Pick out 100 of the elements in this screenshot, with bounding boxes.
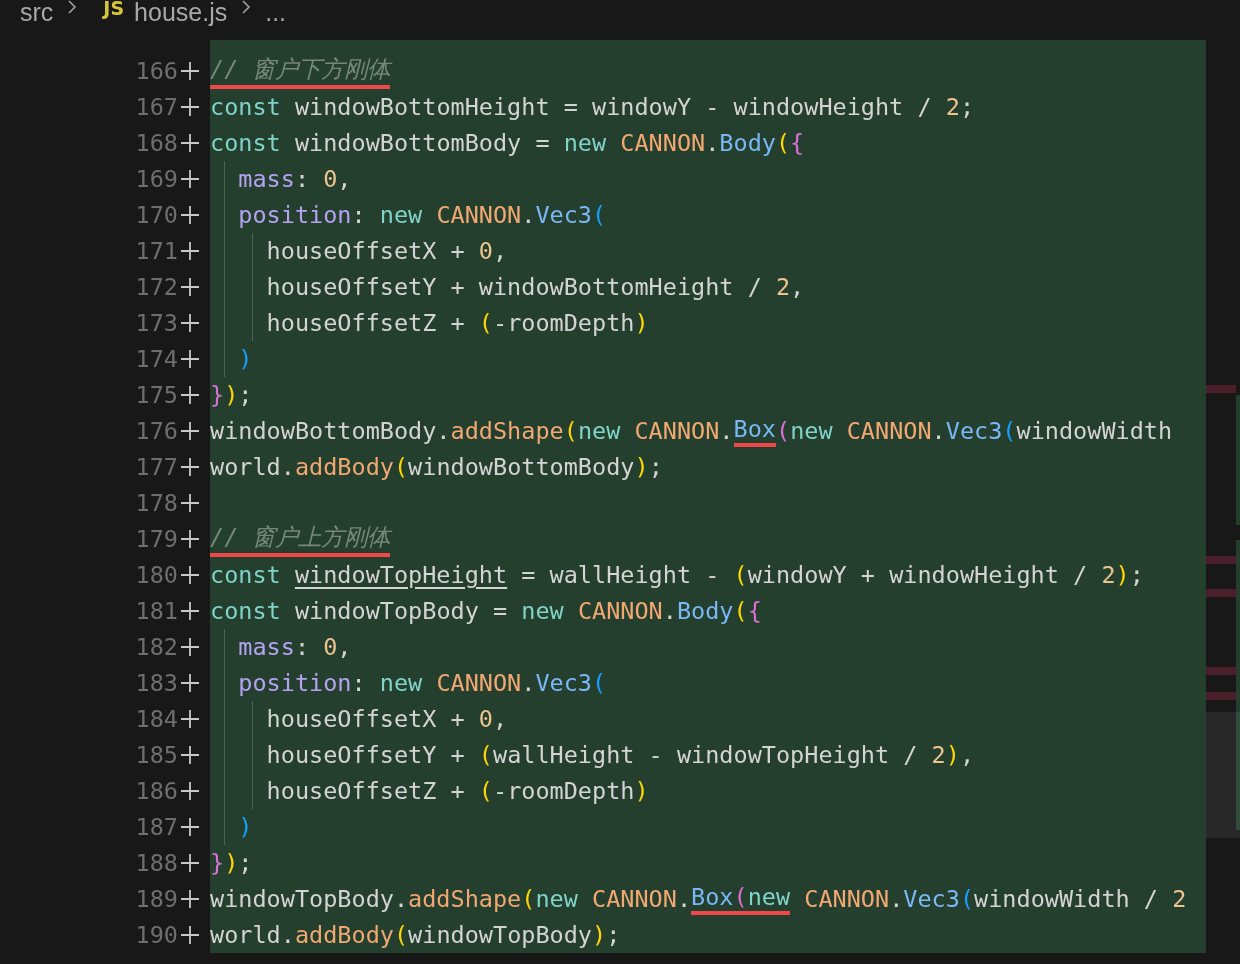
code-token: , xyxy=(959,741,975,769)
code-token: position xyxy=(237,201,352,229)
code-token: ; xyxy=(238,381,253,409)
code-token: ) xyxy=(224,381,239,409)
code-token: CANNON xyxy=(577,597,663,625)
line-number: 168 xyxy=(134,129,178,157)
code-token: windowBottomHeight = windowY - windowHeight / xyxy=(293,93,933,121)
code-token: const xyxy=(210,93,281,121)
code-token: . xyxy=(676,885,692,913)
code-token: windowTopHeight xyxy=(294,561,508,589)
code-token: houseOffsetZ + xyxy=(265,777,466,805)
code-token: new xyxy=(535,885,579,913)
added-line-icon xyxy=(180,745,200,765)
code-token: const xyxy=(210,561,282,589)
added-line-icon xyxy=(180,277,200,297)
added-line-icon xyxy=(180,925,200,945)
code-token: windowBottomBody xyxy=(408,453,635,481)
code-token: : xyxy=(351,669,367,697)
code-token: } xyxy=(210,381,225,409)
code-token: windowBottomBody = xyxy=(293,129,551,157)
line-number: 188 xyxy=(134,849,178,877)
code-token: windowBottomBody. xyxy=(210,417,451,445)
added-line-icon xyxy=(180,61,200,81)
code-token: ) xyxy=(945,741,960,769)
code-token: houseOffsetY + windowBottomHeight / xyxy=(265,273,763,301)
line-number: 185 xyxy=(134,741,178,769)
code-token: world. xyxy=(210,453,295,481)
line-number: 180 xyxy=(134,561,178,589)
line-number: 167 xyxy=(134,93,178,121)
code-token: ; xyxy=(606,921,621,949)
added-line-icon xyxy=(180,817,200,837)
code-token: houseOffsetY + xyxy=(265,741,466,769)
code-token: . xyxy=(521,201,536,229)
added-line-icon xyxy=(180,133,200,153)
added-line-icon xyxy=(180,349,200,369)
code-token: = wallHeight - xyxy=(520,561,721,589)
code-token: , xyxy=(493,705,508,733)
code-token: ( xyxy=(733,883,748,915)
line-number: 187 xyxy=(134,813,178,841)
code-token: 2 xyxy=(931,741,946,769)
code-token: -roomDepth xyxy=(493,777,635,805)
code-token: Box xyxy=(691,883,734,915)
added-line-icon xyxy=(180,709,200,729)
added-line-icon xyxy=(180,169,200,189)
line-number: 174 xyxy=(134,345,178,373)
code-comment: // 窗户上方刚体 xyxy=(210,521,391,557)
code-token: windowTopBody. xyxy=(210,885,409,913)
line-number: 172 xyxy=(134,273,178,301)
code-token: windowWidth xyxy=(1016,417,1173,445)
breadcrumb-item[interactable]: house.js xyxy=(134,0,228,24)
code-token: Vec3 xyxy=(535,201,592,229)
line-number: 171 xyxy=(134,237,178,265)
code-token: ; xyxy=(959,93,975,121)
code-token: 0 xyxy=(323,165,338,193)
code-token: Vec3 xyxy=(903,885,960,913)
added-line-icon xyxy=(180,97,200,117)
code-token: ) xyxy=(1115,561,1130,589)
code-token: houseOffsetZ + xyxy=(265,309,466,337)
breadcrumb-item[interactable]: src xyxy=(20,0,54,24)
added-line-icon xyxy=(180,385,200,405)
code-token: ( xyxy=(592,201,607,229)
code-token: new xyxy=(790,417,834,445)
code-token: CANNON xyxy=(436,201,522,229)
code-token: windowTopBody = xyxy=(293,597,509,625)
file-type-icon: JS xyxy=(103,0,125,19)
code-token: const xyxy=(210,129,281,157)
code-token: ( xyxy=(592,669,607,697)
added-line-icon xyxy=(180,205,200,225)
code-token: new xyxy=(379,201,424,229)
code-token: wallHeight - windowTopHeight / xyxy=(493,741,919,769)
code-token: ( xyxy=(521,885,536,913)
code-token: windowTopBody xyxy=(408,921,593,949)
code-token: ( xyxy=(775,129,791,157)
code-token: . xyxy=(521,669,536,697)
code-token: Body xyxy=(719,129,776,157)
line-number: 176 xyxy=(134,417,178,445)
chevron-icon xyxy=(67,0,78,14)
added-line-icon xyxy=(180,673,200,693)
code-token: mass xyxy=(237,165,295,193)
breadcrumb-more[interactable]: ... xyxy=(265,0,287,24)
code-token: 0 xyxy=(478,705,493,733)
code-token: ) xyxy=(237,345,253,373)
code-token: , xyxy=(493,237,508,265)
code-token: 2 xyxy=(1101,561,1116,589)
code-token: , xyxy=(790,273,805,301)
code-token: ( xyxy=(959,885,975,913)
added-line-icon xyxy=(180,889,200,909)
code-token: CANNON xyxy=(634,417,720,445)
added-line-icon xyxy=(180,421,200,441)
code-token: addShape xyxy=(450,417,564,445)
code-token: CANNON xyxy=(436,669,522,697)
code-token: ( xyxy=(733,561,748,589)
code-token: ( xyxy=(1002,417,1017,445)
added-line-icon xyxy=(180,565,200,585)
code-token: ; xyxy=(648,453,663,481)
code-token: 2 xyxy=(945,93,960,121)
code-token: position xyxy=(237,669,352,697)
code-token: ( xyxy=(478,309,493,337)
code-token: 0 xyxy=(323,633,338,661)
code-token: { xyxy=(790,129,805,157)
